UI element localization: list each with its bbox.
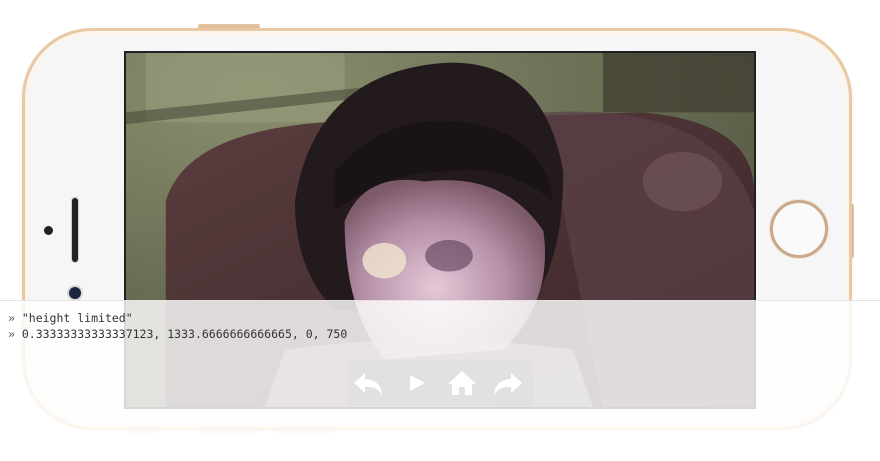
console-line: » "height limited" <box>8 311 133 325</box>
forward-arrow-icon <box>494 373 522 395</box>
play-button[interactable] <box>399 367 433 399</box>
forward-button[interactable] <box>491 367 525 399</box>
reply-arrow-icon <box>354 373 382 395</box>
home-hardware-button[interactable] <box>770 200 828 258</box>
console-text: "height limited" <box>14 311 133 325</box>
console-line: » 0.33333333333337123, 1333.666666666666… <box>8 327 347 341</box>
front-camera-icon <box>69 287 81 299</box>
home-icon <box>448 371 476 395</box>
back-button[interactable] <box>351 367 385 399</box>
earpiece-speaker <box>72 198 78 262</box>
console-text: 0.33333333333337123, 1333.6666666666665,… <box>14 327 348 341</box>
console-prompt: » <box>8 311 15 325</box>
proximity-sensor <box>44 226 53 235</box>
console-prompt: » <box>8 327 15 341</box>
play-icon <box>410 375 425 391</box>
home-button[interactable] <box>445 367 479 399</box>
media-controls <box>347 360 533 406</box>
